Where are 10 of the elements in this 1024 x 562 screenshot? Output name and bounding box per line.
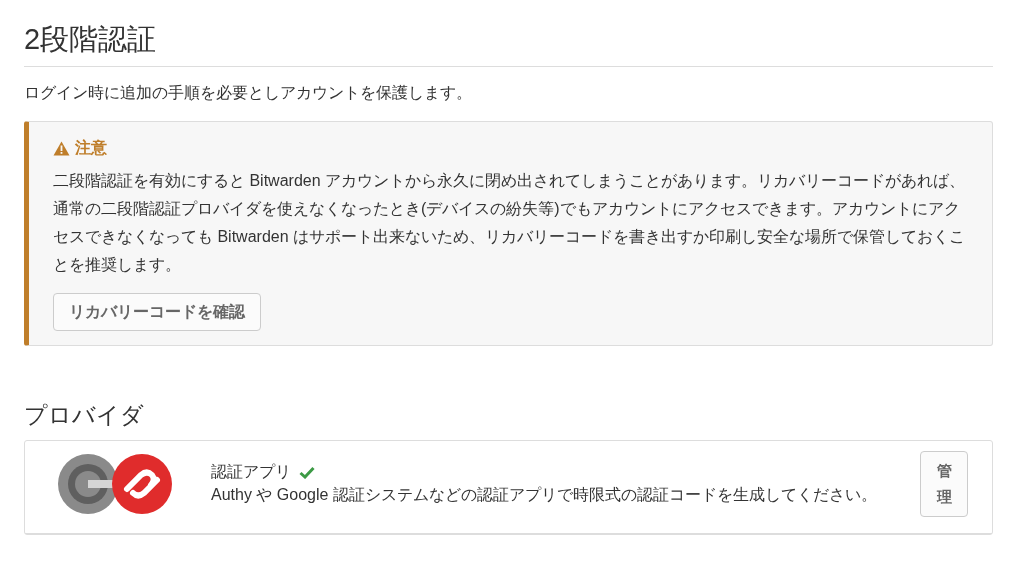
section-title: プロバイダ xyxy=(24,401,145,430)
view-recovery-code-button[interactable]: リカバリーコードを確認 xyxy=(53,293,261,331)
provider-name: 認証アプリ xyxy=(211,462,291,482)
manage-button[interactable]: 管理 xyxy=(920,451,968,517)
warning-title: 注意 xyxy=(75,138,107,158)
warning-text: 二段階認証を有効にすると Bitwarden アカウントから永久に閉め出されてしまうことがあります。リカバリーコードがあれば、通常の二段階認証プロバイダを使えなくなったとき(デバイスの紛失等)でもアカウントにアクセスできます。アカウントにアクセスできなくなっても Bitwarden はサポート出来ないため、リカバリーコードを書き出すか印刷し安全な場所で保管しておくことを推奨します。 xyxy=(53,171,967,275)
page-title: 2段階認証 xyxy=(24,20,993,67)
provider-description: Authy や Google 認証システムなどの認証アプリで時限式の認証コードを生成してください。 xyxy=(211,485,878,505)
description-text: ログイン時に追加の手順を必要としアカウントを保護します。 xyxy=(24,83,473,103)
warning-icon xyxy=(53,140,70,156)
